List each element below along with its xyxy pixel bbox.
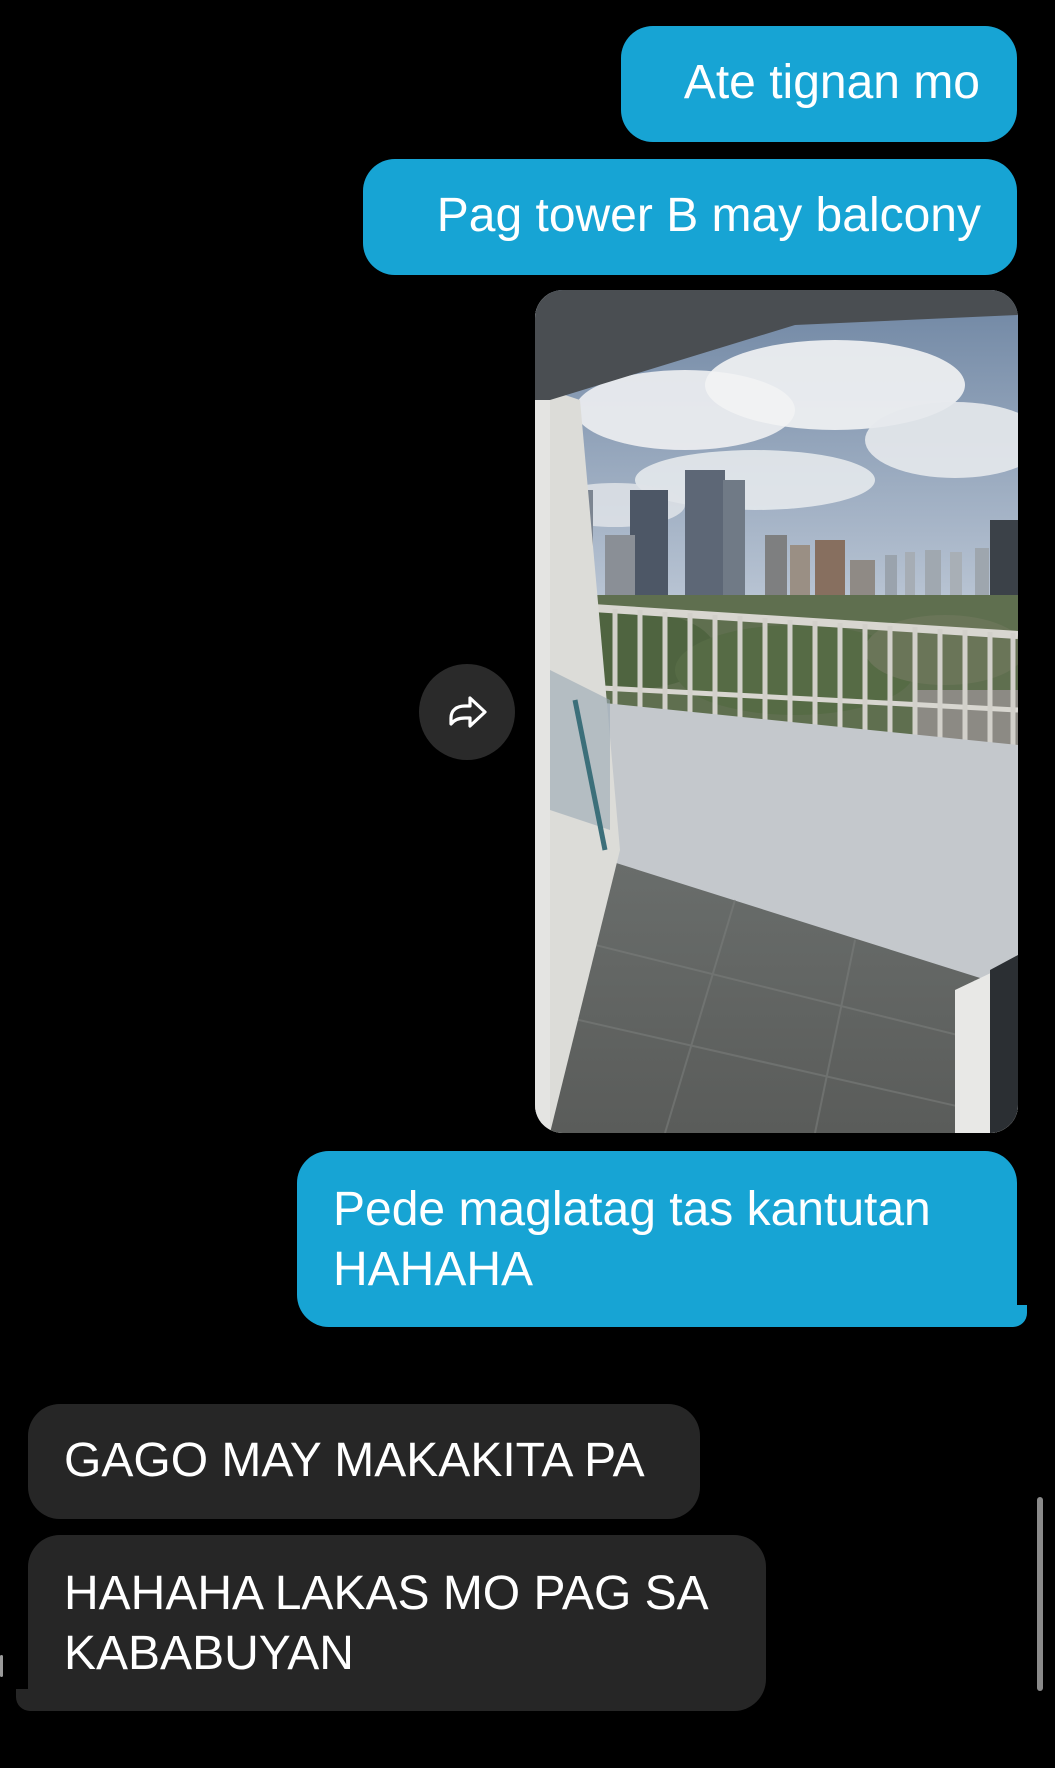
- outgoing-message-bubble[interactable]: Pede maglatag tas kantutan HAHAHA: [297, 1151, 1017, 1327]
- share-arrow-icon: [449, 696, 487, 728]
- incoming-message-bubble[interactable]: HAHAHA LAKAS MO PAG SA KABABUYAN: [28, 1535, 766, 1711]
- outgoing-message-bubble[interactable]: Ate tignan mo: [621, 26, 1017, 142]
- scrollbar[interactable]: [1037, 1497, 1043, 1691]
- bubble-tail: [16, 1689, 40, 1711]
- message-text: Pag tower B may balcony: [436, 189, 981, 242]
- message-text: GAGO MAY MAKAKITA PA: [64, 1434, 645, 1487]
- outgoing-message-bubble[interactable]: Pag tower B may balcony: [363, 159, 1017, 275]
- photo-content: [535, 290, 1018, 1133]
- edge-marker: [0, 1655, 3, 1677]
- share-button[interactable]: [419, 664, 515, 760]
- balcony-city-view-photo[interactable]: [535, 290, 1018, 1133]
- message-text: Pede maglatag tas kantutan HAHAHA: [333, 1183, 931, 1296]
- message-text: HAHAHA LAKAS MO PAG SA KABABUYAN: [64, 1567, 706, 1680]
- bubble-tail: [1003, 1305, 1027, 1327]
- incoming-message-bubble[interactable]: GAGO MAY MAKAKITA PA: [28, 1404, 700, 1519]
- message-text: Ate tignan mo: [683, 56, 980, 109]
